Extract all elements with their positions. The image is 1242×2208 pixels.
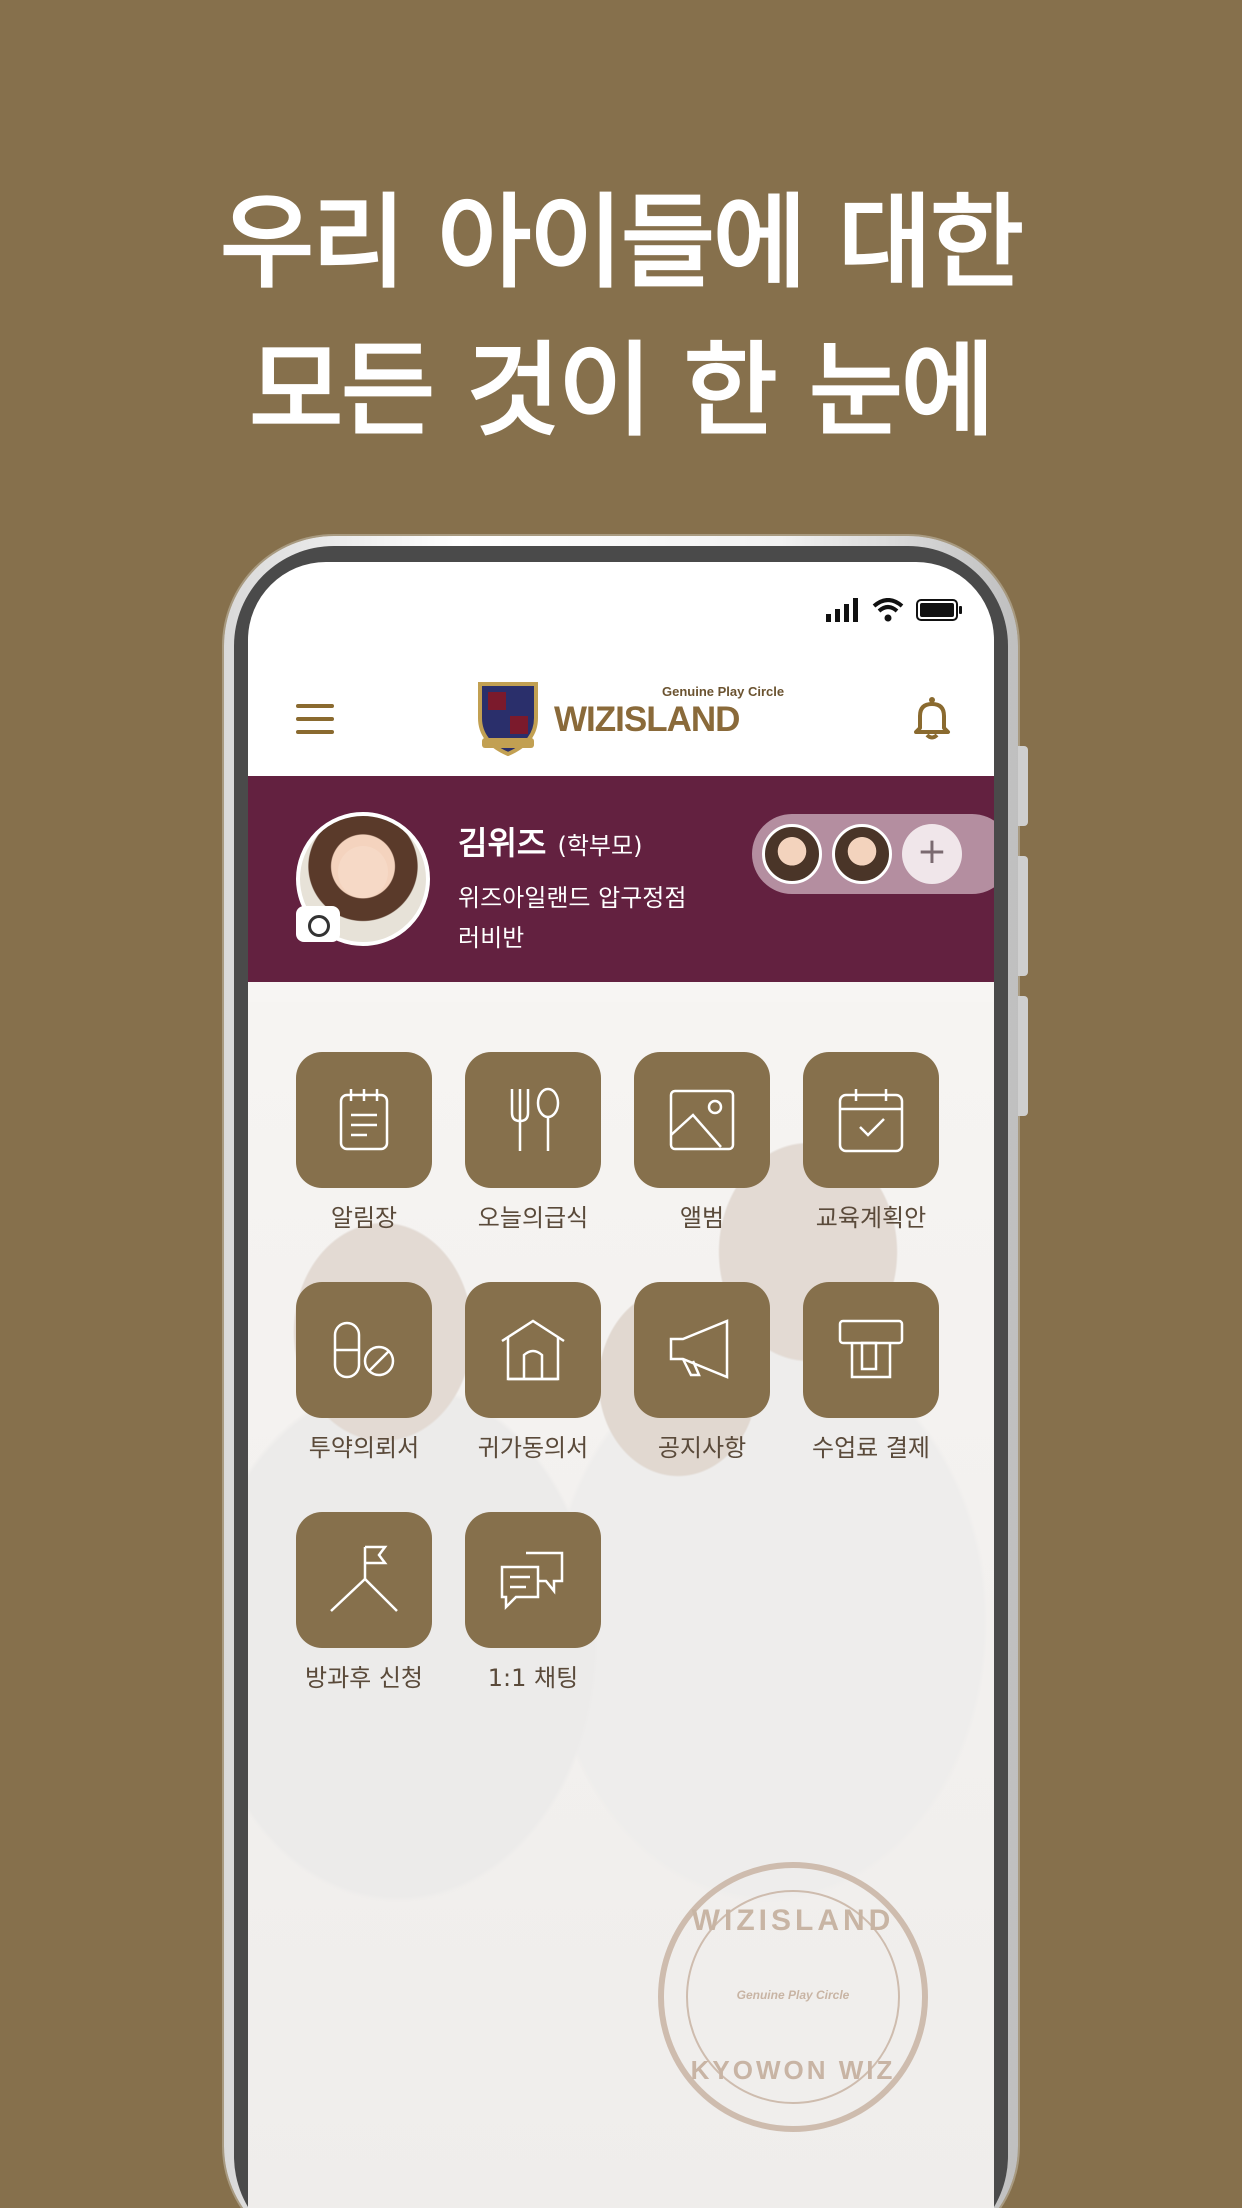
menu-label: 방과후 신청 [304,1664,424,1692]
signal-icon [826,598,858,622]
menu-icon[interactable] [296,704,334,734]
phone-volume-button-2 [1018,996,1028,1116]
child-avatar-2[interactable] [832,824,892,884]
app-header: Genuine Play Circle WIZISLAND [248,662,994,776]
add-child-button[interactable]: + [902,824,962,884]
menu-meal[interactable] [465,1052,601,1188]
megaphone-icon [669,1319,729,1379]
menu-label: 교육계획안 [815,1204,927,1232]
crest-icon [478,682,538,757]
menu-chat[interactable] [465,1512,601,1648]
wifi-icon [872,598,904,622]
phone-volume-button [1018,856,1028,976]
brand-logo: Genuine Play Circle WIZISLAND [472,672,785,762]
class-name: 러비반 [458,924,525,952]
brand-name: WIZISLAND [554,700,740,739]
battery-icon [916,599,962,621]
menu-label: 귀가동의서 [477,1434,589,1462]
pills-icon [333,1321,395,1379]
seal-text-top: WIZISLAND [691,1904,895,1937]
app-screen: Genuine Play Circle WIZISLAND 김위즈 (학부모) … [248,562,994,2208]
child-avatar-1[interactable] [762,824,822,884]
phone-side-button [1018,746,1028,826]
profile-section: 김위즈 (학부모) 위즈아일랜드 압구정점 러비반 + [248,776,994,982]
menu-label: 오늘의급식 [477,1204,589,1232]
parent-name-text: 김위즈 [458,824,547,862]
menu-label: 투약의뢰서 [308,1434,420,1462]
menu-tuition-payment[interactable] [803,1282,939,1418]
payment-terminal-icon [838,1319,904,1379]
parent-role: (학부모) [557,832,643,860]
promo-headline: 우리 아이들에 대한 모든 것이 한 눈에 [0,170,1242,466]
flag-icon [330,1545,398,1612]
menu-label: 1:1 채팅 [487,1664,579,1692]
menu-album[interactable] [634,1052,770,1188]
calendar-check-icon [838,1089,904,1153]
menu-notice-book[interactable] [296,1052,432,1188]
seal-text-bottom: KYOWON WIZ [690,2055,896,2085]
headline-line-1: 우리 아이들에 대한 [220,184,1024,303]
menu-pickup-consent[interactable] [465,1282,601,1418]
seal-text-middle: Genuine Play Circle [736,1988,850,2002]
menu-label: 공지사항 [657,1434,747,1462]
child-switcher: + [752,814,994,894]
camera-icon[interactable] [296,906,340,942]
menu-medication[interactable] [296,1282,432,1418]
wizisland-seal-watermark: WIZISLAND Genuine Play Circle KYOWON WIZ [658,1862,928,2132]
menu-label: 알림장 [330,1204,398,1232]
notification-bell-icon[interactable] [912,696,952,740]
headline-line-2: 모든 것이 한 눈에 [249,332,994,451]
chat-bubbles-icon [500,1551,564,1611]
status-bar [826,592,964,628]
house-icon [501,1319,565,1381]
fork-spoon-icon [510,1087,560,1151]
menu-after-school[interactable] [296,1512,432,1648]
notebook-icon [339,1089,389,1151]
branch-name: 위즈아일랜드 압구정점 [458,884,687,912]
menu-announcements[interactable] [634,1282,770,1418]
menu-label: 수업료 결제 [811,1434,931,1462]
menu-education-plan[interactable] [803,1052,939,1188]
brand-tagline: Genuine Play Circle [662,684,785,699]
parent-name: 김위즈 (학부모) [458,818,642,864]
photo-icon [669,1089,735,1151]
menu-label: 앨범 [679,1204,725,1232]
